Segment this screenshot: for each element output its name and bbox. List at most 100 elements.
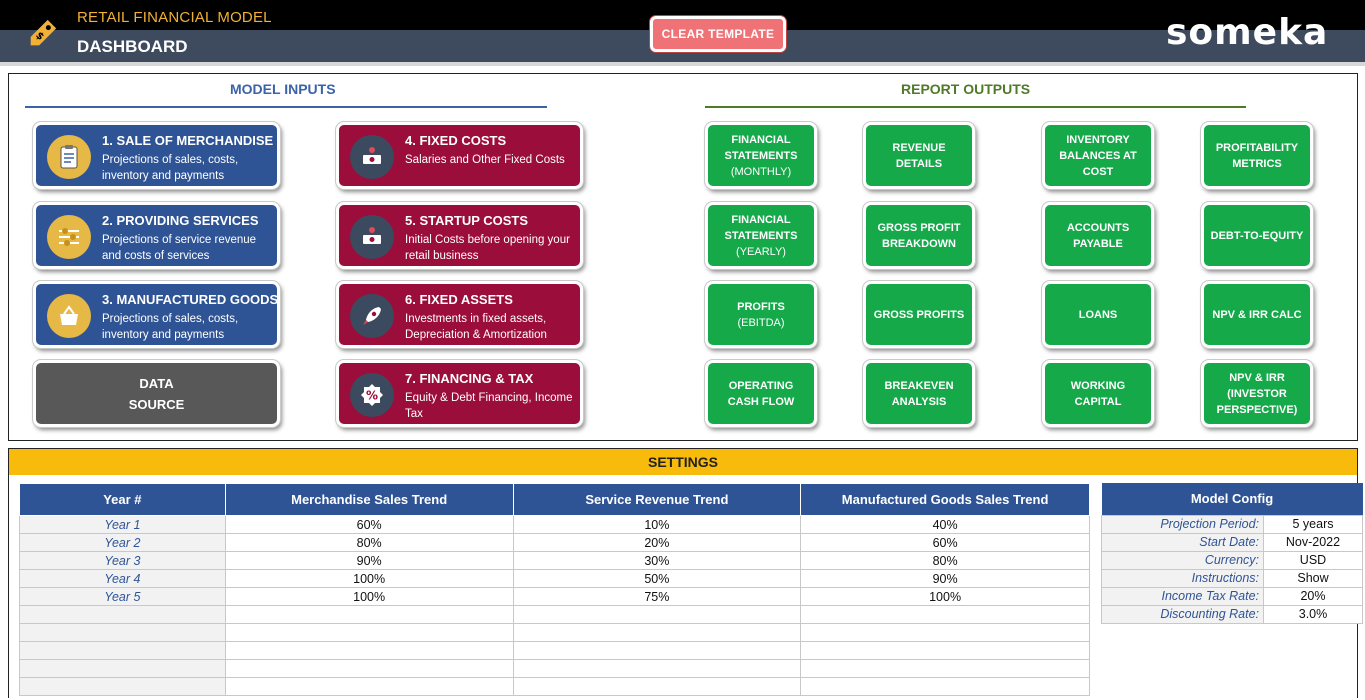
config-value[interactable]: USD <box>1263 550 1363 570</box>
manufactured-goods-button[interactable]: 3. MANUFACTURED GOODS Projections of sal… <box>33 281 280 348</box>
column-header: Merchandise Sales Trend <box>224 483 514 516</box>
year-cell[interactable] <box>19 641 226 660</box>
report-output-button[interactable]: WORKING CAPITAL <box>1042 360 1154 427</box>
trend-cell[interactable]: 100% <box>800 587 1090 606</box>
trend-cell[interactable] <box>512 605 802 624</box>
config-value[interactable]: 5 years <box>1263 514 1363 534</box>
sale-of-merchandise-button[interactable]: 1. SALE OF MERCHANDISE Projections of sa… <box>33 122 280 189</box>
trend-cell[interactable] <box>512 677 802 696</box>
trend-cell[interactable]: 60% <box>224 515 514 534</box>
report-output-button[interactable]: DEBT-TO-EQUITY <box>1201 202 1313 269</box>
year-cell[interactable]: Year 2 <box>19 533 226 552</box>
trend-cell[interactable]: 100% <box>224 587 514 606</box>
trend-cell[interactable]: 80% <box>224 533 514 552</box>
trend-cell[interactable] <box>224 605 514 624</box>
trend-cell[interactable] <box>800 659 1090 678</box>
report-output-label-group: ACCOUNTS PAYABLE <box>1049 220 1147 252</box>
trend-cell[interactable] <box>224 641 514 660</box>
report-output-label-group: LOANS <box>1079 307 1118 323</box>
config-row: Instructions: Show <box>1101 568 1363 588</box>
report-output-button[interactable]: BREAKEVEN ANALYSIS <box>863 360 975 427</box>
year-cell[interactable]: Year 4 <box>19 569 226 588</box>
trend-cell[interactable] <box>224 623 514 642</box>
report-output-label: GROSS PROFITS <box>873 308 965 321</box>
trend-cell[interactable]: 10% <box>512 515 802 534</box>
clear-template-button[interactable]: CLEAR TEMPLATE <box>650 16 786 52</box>
year-cell[interactable] <box>19 659 226 678</box>
report-output-button[interactable]: PROFITABILITY METRICS <box>1201 122 1313 189</box>
trend-cell[interactable]: 90% <box>224 551 514 570</box>
trend-cell[interactable] <box>512 623 802 642</box>
trend-cell[interactable]: 50% <box>512 569 802 588</box>
year-cell[interactable]: Year 1 <box>19 515 226 534</box>
card-title: 1. SALE OF MERCHANDISE <box>102 133 274 148</box>
config-value[interactable]: 20% <box>1263 586 1363 606</box>
model-config-header: Model Config <box>1101 483 1363 515</box>
report-output-label: FINANCIAL STATEMENTS <box>724 133 798 162</box>
year-cell[interactable] <box>19 677 226 696</box>
config-row: Discounting Rate: 3.0% <box>1101 604 1363 624</box>
report-output-label-group: OPERATING CASH FLOW <box>712 378 810 410</box>
brand-logo[interactable]: someka <box>1166 12 1328 53</box>
report-output-button[interactable]: LOANS <box>1042 281 1154 348</box>
startup-costs-button[interactable]: 5. STARTUP COSTS Initial Costs before op… <box>336 202 583 269</box>
trend-cell[interactable]: 75% <box>512 587 802 606</box>
table-row: Year 2 80% 20% 60% <box>19 533 1090 552</box>
report-output-button[interactable]: PROFITS (EBITDA) <box>705 281 817 348</box>
report-output-button[interactable]: FINANCIAL STATEMENTS (YEARLY) <box>705 202 817 269</box>
trend-cell[interactable] <box>512 659 802 678</box>
report-output-button[interactable]: GROSS PROFIT BREAKDOWN <box>863 202 975 269</box>
trend-cell[interactable]: 100% <box>224 569 514 588</box>
trend-cell[interactable] <box>800 605 1090 624</box>
report-output-button[interactable]: ACCOUNTS PAYABLE <box>1042 202 1154 269</box>
year-cell[interactable]: Year 3 <box>19 551 226 570</box>
report-output-button[interactable]: NPV & IRR CALC <box>1201 281 1313 348</box>
fixed-costs-button[interactable]: 4. FIXED COSTS Salaries and Other Fixed … <box>336 122 583 189</box>
model-inputs-title: MODEL INPUTS <box>230 81 336 97</box>
config-value[interactable]: Show <box>1263 568 1363 588</box>
app-title: RETAIL FINANCIAL MODEL <box>77 9 272 26</box>
providing-services-button[interactable]: 2. PROVIDING SERVICES Projections of ser… <box>33 202 280 269</box>
sliders-icon <box>47 215 91 259</box>
trend-cell[interactable] <box>800 641 1090 660</box>
basket-icon <box>47 294 91 338</box>
report-output-button[interactable]: OPERATING CASH FLOW <box>705 360 817 427</box>
report-output-label-group: NPV & IRR (INVESTOR PERSPECTIVE) <box>1208 370 1306 418</box>
report-output-label-group: WORKING CAPITAL <box>1049 378 1147 410</box>
report-output-sublabel: (MONTHLY) <box>730 165 792 178</box>
trend-cell[interactable] <box>800 623 1090 642</box>
financing-and-tax-button[interactable]: % 7. FINANCING & TAX Equity & Debt Finan… <box>336 360 583 427</box>
report-output-button[interactable]: INVENTORY BALANCES AT COST <box>1042 122 1154 189</box>
config-value[interactable]: Nov-2022 <box>1263 532 1363 552</box>
report-output-label-group: REVENUE DETAILS <box>870 140 968 172</box>
trend-cell[interactable]: 90% <box>800 569 1090 588</box>
trend-cell[interactable] <box>224 677 514 696</box>
card-description: Equity & Debt Financing, Income Tax <box>405 392 573 420</box>
report-output-label-group: DEBT-TO-EQUITY <box>1211 228 1304 244</box>
trend-cell[interactable]: 20% <box>512 533 802 552</box>
year-cell[interactable] <box>19 623 226 642</box>
report-output-button[interactable]: REVENUE DETAILS <box>863 122 975 189</box>
trend-cell[interactable]: 80% <box>800 551 1090 570</box>
trend-cell[interactable]: 30% <box>512 551 802 570</box>
data-source-button[interactable]: DATA SOURCE <box>33 360 280 427</box>
report-output-button[interactable]: FINANCIAL STATEMENTS (MONTHLY) <box>705 122 817 189</box>
config-label: Projection Period: <box>1101 514 1264 534</box>
trend-cell[interactable] <box>224 659 514 678</box>
card-description: Salaries and Other Fixed Costs <box>405 154 565 166</box>
table-row: Year 5 100% 75% 100% <box>19 587 1090 606</box>
table-row <box>19 677 1090 696</box>
trend-cell[interactable] <box>512 641 802 660</box>
config-value[interactable]: 3.0% <box>1263 604 1363 624</box>
report-output-label-group: FINANCIAL STATEMENTS (YEARLY) <box>712 212 810 260</box>
report-output-button[interactable]: NPV & IRR (INVESTOR PERSPECTIVE) <box>1201 360 1313 427</box>
config-row: Projection Period: 5 years <box>1101 514 1363 534</box>
report-output-button[interactable]: GROSS PROFITS <box>863 281 975 348</box>
fixed-assets-button[interactable]: 6. FIXED ASSETS Investments in fixed ass… <box>336 281 583 348</box>
report-output-label: ACCOUNTS PAYABLE <box>1066 221 1130 250</box>
year-cell[interactable]: Year 5 <box>19 587 226 606</box>
trend-cell[interactable]: 60% <box>800 533 1090 552</box>
trend-cell[interactable]: 40% <box>800 515 1090 534</box>
trend-cell[interactable] <box>800 677 1090 696</box>
year-cell[interactable] <box>19 605 226 624</box>
